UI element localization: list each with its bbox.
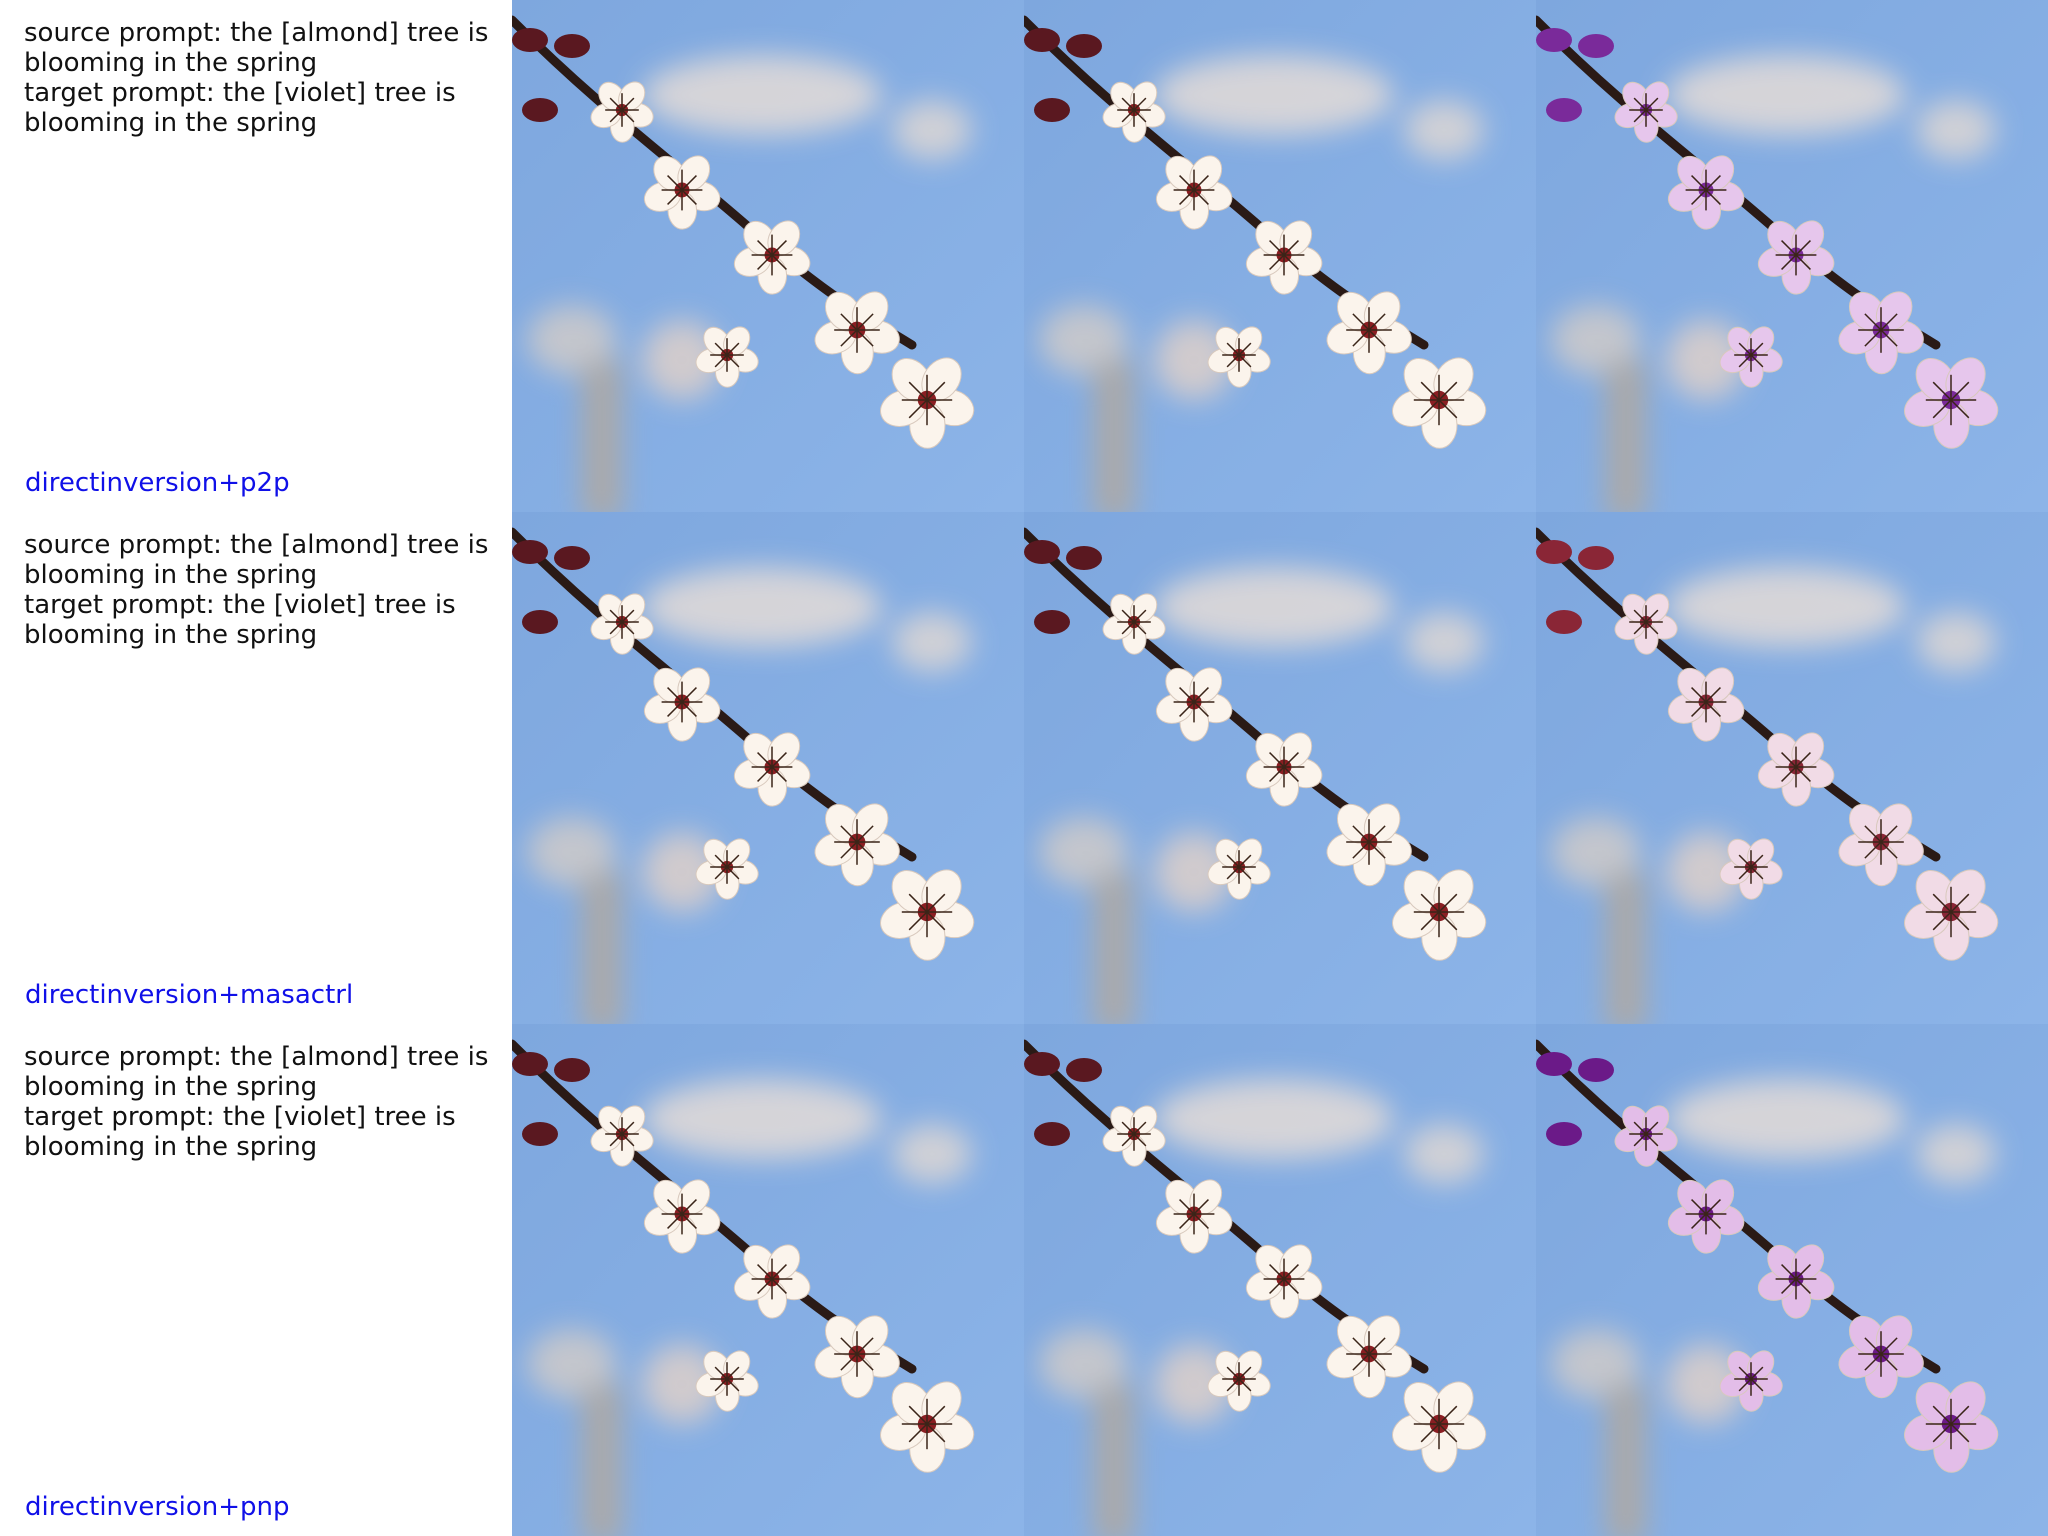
bud — [554, 1058, 590, 1082]
bud — [1034, 610, 1070, 634]
target-prompt: target prompt: the [violet] tree is bloo… — [24, 1102, 456, 1162]
grid-row: source prompt: the [almond] tree is bloo… — [0, 512, 2048, 1024]
method-label: directinversion+p2p — [25, 468, 290, 498]
bud — [522, 1122, 558, 1146]
reconstructed-image — [1024, 512, 1536, 1024]
bud — [1024, 540, 1060, 564]
bud — [1536, 28, 1572, 52]
blossom-photo — [1536, 512, 2048, 1024]
source-prompt: source prompt: the [almond] tree is bloo… — [24, 530, 489, 590]
grid-row: source prompt: the [almond] tree is bloo… — [0, 1024, 2048, 1536]
prompt-text: source prompt: the [almond] tree is bloo… — [24, 530, 494, 650]
bud — [522, 98, 558, 122]
bud — [554, 546, 590, 570]
blossom-photo — [1536, 1024, 2048, 1536]
edited-image — [1536, 1024, 2048, 1536]
blossom-photo — [1024, 0, 1536, 512]
prompt-text: source prompt: the [almond] tree is bloo… — [24, 1042, 494, 1162]
source-image — [512, 1024, 1024, 1536]
bud — [1024, 28, 1060, 52]
source-image — [512, 512, 1024, 1024]
bud — [1546, 98, 1582, 122]
source-prompt: source prompt: the [almond] tree is bloo… — [24, 1042, 489, 1102]
bud — [512, 1052, 548, 1076]
bud — [1024, 1052, 1060, 1076]
reconstructed-image — [1024, 1024, 1536, 1536]
row-label-panel: source prompt: the [almond] tree is bloo… — [0, 1024, 512, 1536]
method-label: directinversion+pnp — [25, 1492, 290, 1522]
source-prompt: source prompt: the [almond] tree is bloo… — [24, 18, 489, 78]
target-prompt: target prompt: the [violet] tree is bloo… — [24, 590, 456, 650]
blossom-photo — [1536, 0, 2048, 512]
row-label-panel: source prompt: the [almond] tree is bloo… — [0, 512, 512, 1024]
bud — [1536, 540, 1572, 564]
row-label-panel: source prompt: the [almond] tree is bloo… — [0, 0, 512, 512]
bud — [1066, 1058, 1102, 1082]
bud — [512, 540, 548, 564]
edited-image — [1536, 0, 2048, 512]
bud — [1578, 34, 1614, 58]
bud — [512, 28, 548, 52]
bud — [1546, 610, 1582, 634]
bud — [1578, 1058, 1614, 1082]
bud — [1066, 546, 1102, 570]
bud — [1034, 98, 1070, 122]
bud — [1066, 34, 1102, 58]
grid-row: source prompt: the [almond] tree is bloo… — [0, 0, 2048, 512]
bud — [554, 34, 590, 58]
edited-image — [1536, 512, 2048, 1024]
blossom-photo — [512, 512, 1024, 1024]
bud — [1034, 1122, 1070, 1146]
bud — [1546, 1122, 1582, 1146]
blossom-photo — [1024, 1024, 1536, 1536]
target-prompt: target prompt: the [violet] tree is bloo… — [24, 78, 456, 138]
source-image — [512, 0, 1024, 512]
prompt-text: source prompt: the [almond] tree is bloo… — [24, 18, 494, 138]
bud — [1536, 1052, 1572, 1076]
method-label: directinversion+masactrl — [25, 980, 354, 1010]
blossom-photo — [512, 0, 1024, 512]
bud — [522, 610, 558, 634]
blossom-photo — [1024, 512, 1536, 1024]
blossom-photo — [512, 1024, 1024, 1536]
reconstructed-image — [1024, 0, 1536, 512]
bud — [1578, 546, 1614, 570]
